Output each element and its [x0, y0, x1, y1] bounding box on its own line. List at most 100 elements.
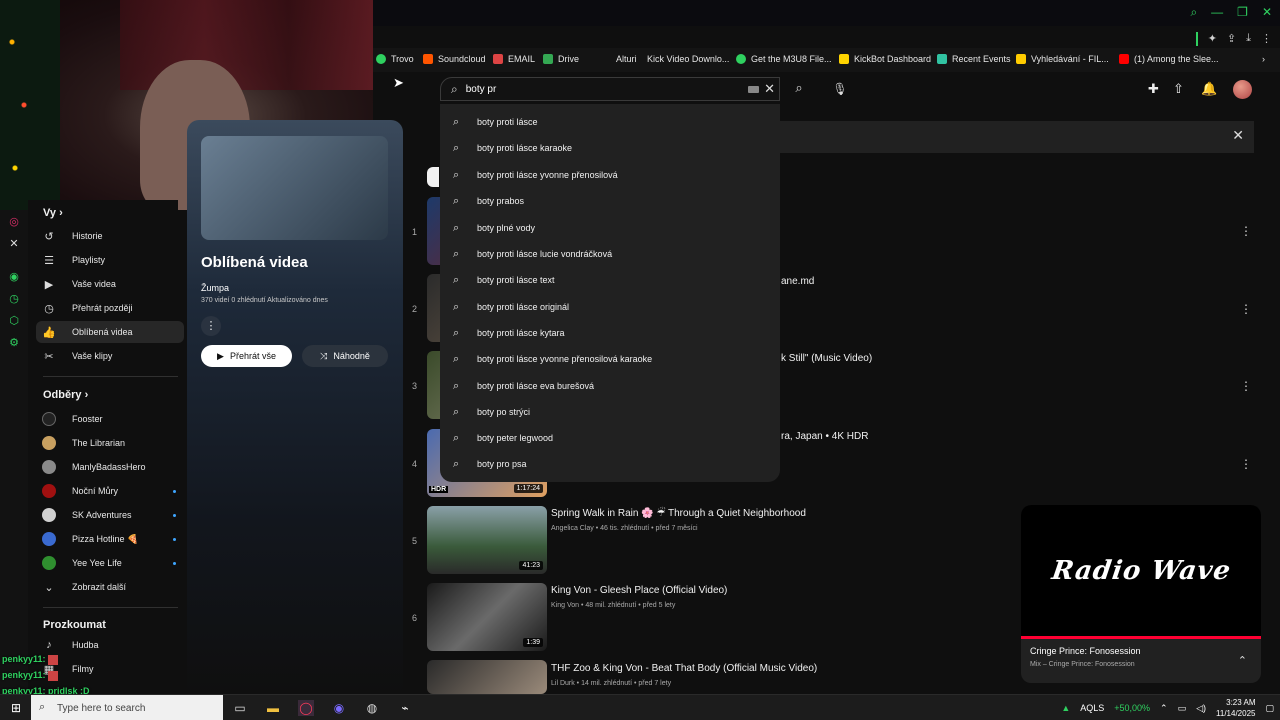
restore-icon[interactable]: ❐ [1237, 5, 1248, 20]
file-explorer-icon[interactable]: ▬ [265, 700, 281, 716]
sidebar-item-your-videos[interactable]: ▶ Vaše videa [36, 273, 184, 295]
mini-player[interactable]: Radio Wave Cringe Prince: Fonosession Mi… [1021, 505, 1261, 683]
search-box[interactable]: ⌕ ✕ [440, 77, 780, 101]
suggestion-item[interactable]: ⌕ boty proti lásce lucie vondráčková [440, 242, 780, 266]
capcut-icon[interactable]: ⌁ [397, 700, 413, 716]
sidebar-sub-item[interactable]: The Librarian [36, 432, 184, 454]
extensions-icon[interactable]: ✦ [1208, 32, 1217, 46]
suggestion-item[interactable]: ⌕ boty prabos [440, 189, 780, 213]
play-all-button[interactable]: ▶ Přehrát vše [201, 345, 292, 367]
bookmark[interactable]: Soundcloud [423, 54, 486, 64]
suggestion-item[interactable]: ⌕ boty proti lásce karaoke [440, 136, 780, 160]
bookmark[interactable]: Drive [543, 54, 579, 64]
volume-icon[interactable]: ◁) [1196, 703, 1206, 714]
playlist-owner[interactable]: Žumpa [201, 283, 229, 293]
download-icon[interactable]: ⤓ [1246, 32, 1251, 46]
suggestion-item[interactable]: ⌕ boty proti lásce [440, 110, 780, 134]
suggestion-item[interactable]: ⌕ boty proti lásce yvonne přenosilová kar… [440, 347, 780, 371]
mini-player-title[interactable]: Cringe Prince: Fonosession [1030, 646, 1141, 656]
playlist-thumbnail[interactable] [201, 136, 388, 240]
bookmark[interactable]: Recent Events [937, 54, 1011, 64]
suggestion-item[interactable]: ⌕ boty pro psa [440, 452, 780, 476]
close-icon[interactable]: ✕ [1232, 127, 1244, 144]
sidebar-sub-item[interactable]: Pizza Hotline 🍕 [36, 528, 184, 550]
sidebar-sub-item[interactable]: ManlyBadassHero [36, 456, 184, 478]
sidebar-sub-item[interactable]: Noční Můry [36, 480, 184, 502]
sidebar-sub-item[interactable]: Fooster [36, 408, 184, 430]
network-icon[interactable]: ▭ [1178, 703, 1187, 714]
suggestion-item[interactable]: ⌕ boty proti lásce originál [440, 295, 780, 319]
search-input[interactable] [465, 83, 736, 95]
create-icon[interactable]: ✚ [1148, 81, 1159, 97]
microphone-icon[interactable]: 🎙 [829, 78, 851, 100]
bookmark[interactable]: (1) Among the Slee... [1119, 54, 1219, 64]
extension-icon[interactable]: ⬡ [8, 315, 20, 327]
task-view-icon[interactable]: ▭ [232, 700, 248, 716]
video-title[interactable]: ane.md [781, 276, 814, 287]
progress-bar[interactable] [1021, 636, 1261, 639]
sidebar-item-watch-later[interactable]: ◷ Přehrát později [36, 297, 184, 319]
obs-icon[interactable]: ◍ [364, 700, 380, 716]
sidebar-sub-item[interactable]: SK Adventures [36, 504, 184, 526]
more-options-icon[interactable]: ⋮ [201, 316, 221, 336]
x-icon[interactable]: ✕ [8, 238, 20, 250]
sidebar-item-history[interactable]: ↺ Historie [36, 225, 184, 247]
bookmark[interactable]: Vyhledávání - FIL... [1016, 54, 1109, 64]
bookmark[interactable]: KickBot Dashboard [839, 54, 931, 64]
sidebar-item-liked-videos[interactable]: 👍 Oblíbená videa [36, 321, 184, 343]
more-options-icon[interactable]: ⋮ [1240, 224, 1252, 238]
whatsapp-icon[interactable]: ◉ [8, 271, 20, 283]
sidebar-item-movies[interactable]: ▦ Filmy [36, 658, 184, 680]
avatar[interactable] [1233, 80, 1252, 99]
video-title[interactable]: ra, Japan • 4K HDR [781, 431, 868, 442]
subscriptions-header[interactable]: Odběry › [43, 389, 88, 401]
start-icon[interactable]: ⊞ [8, 700, 24, 716]
chevron-up-icon[interactable]: ⌃ [1238, 654, 1247, 667]
more-options-icon[interactable]: ⋮ [1240, 379, 1252, 393]
clock[interactable]: 3:23 AM 11/14/2025 [1216, 697, 1255, 719]
search-icon[interactable]: ⌕ [1190, 5, 1197, 20]
mini-player-video[interactable]: Radio Wave [1021, 505, 1261, 637]
bookmarks-overflow-icon[interactable]: › [1262, 54, 1265, 64]
app-icon[interactable]: ◉ [331, 700, 347, 716]
more-options-icon[interactable]: ⋮ [1240, 302, 1252, 316]
upload-icon[interactable]: ⇧ [1173, 81, 1184, 97]
share-icon[interactable]: ⇪ [1227, 32, 1236, 46]
suggestion-item[interactable]: ⌕ boty po strýci [440, 400, 780, 424]
settings-icon[interactable]: ⚙ [8, 337, 20, 349]
chevron-up-icon[interactable]: ⌃ [1160, 703, 1168, 714]
video-title[interactable]: King Von - Gleesh Place (Official Video) [551, 585, 727, 596]
notifications-icon[interactable]: 🔔 [1201, 81, 1217, 97]
suggestion-item[interactable]: ⌕ boty proti lásce yvonne přenosilová [440, 163, 780, 187]
sidebar-sub-item[interactable]: Yee Yee Life [36, 552, 184, 574]
bookmark[interactable]: EMAIL [493, 54, 535, 64]
more-options-icon[interactable]: ⋮ [1240, 457, 1252, 471]
suggestion-item[interactable]: ⌕ boty proti lásce eva burešová [440, 374, 780, 398]
sidebar-item-your-clips[interactable]: ✂ Vaše klipy [36, 345, 184, 367]
video-title[interactable]: THF Zoo & King Von - Beat That Body (Off… [551, 663, 817, 674]
video-thumbnail[interactable] [427, 660, 547, 694]
keyboard-icon[interactable] [748, 86, 759, 93]
video-thumbnail[interactable]: 1:39 [427, 583, 547, 651]
sidebar-item-playlists[interactable]: ☰ Playlisty [36, 249, 184, 271]
video-title[interactable]: k Still" (Music Video) [781, 353, 872, 364]
notification-center-icon[interactable]: ▢ [1265, 703, 1274, 714]
minimize-icon[interactable]: — [1211, 5, 1223, 20]
video-thumbnail[interactable]: 41:23 [427, 506, 547, 574]
instagram-icon[interactable]: ◎ [8, 216, 20, 228]
show-more-button[interactable]: ⌄ Zobrazit další [36, 576, 184, 598]
shuffle-button[interactable]: ⤨ Náhodně [302, 345, 388, 367]
suggestion-item[interactable]: ⌕ boty proti lásce text [440, 268, 780, 292]
bookmark[interactable]: Get the M3U8 File... [736, 54, 832, 64]
video-title[interactable]: Spring Walk in Rain 🌸 ☔ Through a Quiet … [551, 508, 806, 519]
suggestion-item[interactable]: ⌕ boty peter legwood [440, 426, 780, 450]
taskbar-search[interactable]: ⌕ Type here to search [31, 695, 223, 720]
bookmark[interactable]: Kick Video Downlo... [632, 54, 729, 64]
close-icon[interactable]: ✕ [1262, 5, 1272, 20]
filter-chip[interactable] [427, 167, 439, 187]
clear-icon[interactable]: ✕ [764, 81, 775, 97]
search-button[interactable]: ⌕ [786, 80, 812, 98]
bookmark[interactable]: Trovo [376, 54, 414, 64]
suggestion-item[interactable]: ⌕ boty proti lásce kytara [440, 321, 780, 345]
clock-icon[interactable]: ◷ [8, 293, 20, 305]
